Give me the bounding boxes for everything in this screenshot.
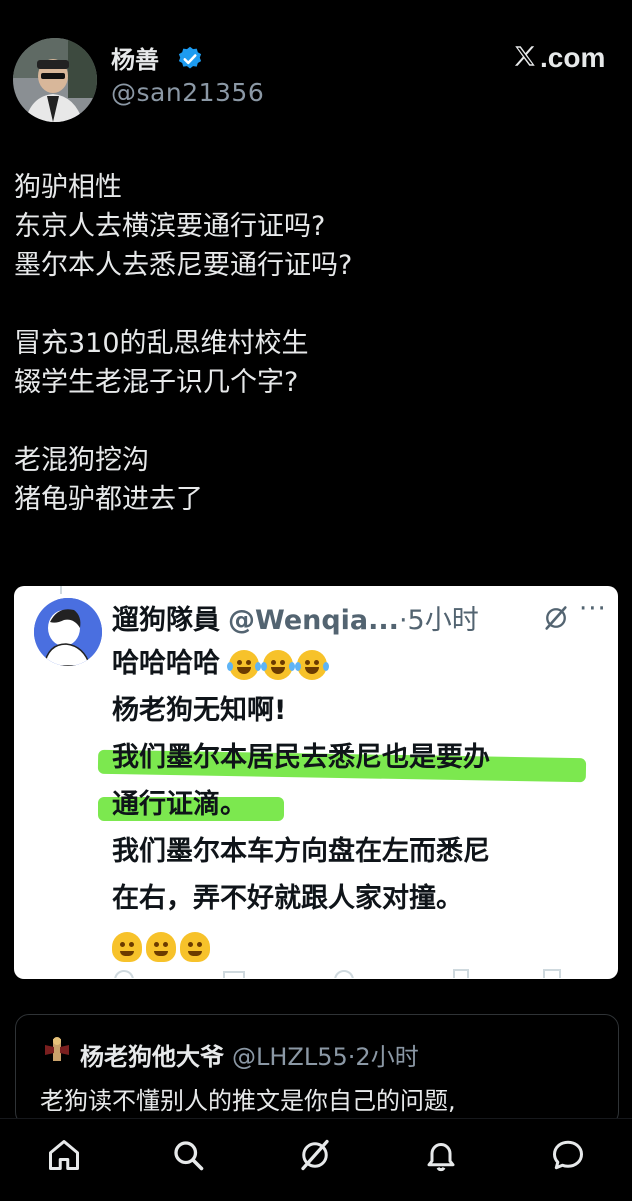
melting-face-emoji-icon (112, 931, 142, 962)
laughing-emoji-icon (295, 649, 330, 680)
tweet-line: 狗驴相性 (14, 172, 122, 203)
author-handle[interactable]: @san21356 (111, 78, 264, 107)
quoted-handle: @Wenqia... (228, 605, 399, 636)
tweet-line: 猪龟驴都进去了 (14, 484, 203, 515)
separator-dot: · (347, 1043, 356, 1071)
reply-text: 老狗读不懂别人的推文是你自己的问题, (40, 1087, 456, 1115)
quoted-line-highlighted: 通行证滴。 (112, 789, 247, 820)
tweet-line: 墨尔本人去悉尼要通行证吗? (14, 250, 353, 281)
reply-card[interactable]: 杨老狗他大爷 @LHZL55 · 2小时 老狗读不懂别人的推文是你自己的问题, (15, 1014, 619, 1126)
quoted-avatar (34, 598, 102, 666)
quoted-text: 哈哈哈哈 杨老狗无知啊! 我们墨尔本居民去悉尼也是要办 通行证滴。 我们墨尔本车… (97, 640, 612, 969)
quoted-line: 杨老狗无知啊! (112, 695, 287, 726)
laughing-emoji-icon (261, 649, 296, 680)
quoted-time: 5小时 (407, 605, 479, 636)
grok-icon[interactable] (297, 1137, 333, 1173)
tweet-line: 东京人去横滨要通行证吗? (14, 211, 326, 242)
reply-handle[interactable]: @LHZL55 (232, 1043, 348, 1071)
home-icon[interactable] (46, 1137, 82, 1173)
reply-avatar-icon (42, 1035, 72, 1069)
tweet-line: 冒充310的乱思维村校生 (14, 328, 309, 359)
quoted-line: 我们墨尔本车方向盘在左而悉尼 (112, 836, 490, 867)
quoted-line: 在右，弄不好就跟人家对撞。 (112, 883, 463, 914)
reply-name[interactable]: 杨老狗他大爷 (80, 1037, 224, 1072)
melting-face-emoji-icon (180, 931, 210, 962)
reply-header: 杨老狗他大爷 @LHZL55 · 2小时 (80, 1037, 419, 1072)
x-logo-icon (512, 43, 538, 73)
verified-badge-icon (176, 45, 204, 77)
quoted-name: 遛狗隊員 (112, 605, 220, 636)
laughing-emoji-icon (227, 649, 262, 680)
bottom-nav (0, 1118, 632, 1201)
more-icon: ··· (579, 594, 607, 624)
melting-face-emoji-icon (146, 931, 176, 962)
author-avatar[interactable] (13, 38, 97, 122)
author-name[interactable]: 杨善 (111, 40, 159, 75)
quoted-header: 遛狗隊員 @Wenqia... · 5小时 (112, 598, 479, 637)
quoted-line-highlighted: 我们墨尔本居民去悉尼也是要办 (112, 742, 490, 773)
brand-watermark: .com (512, 42, 605, 74)
separator-dot: · (398, 605, 408, 636)
reply-time: 2小时 (355, 1043, 419, 1071)
quoted-line: 哈哈哈哈 (112, 648, 220, 679)
messages-icon[interactable] (550, 1137, 586, 1173)
tweet-text: 狗驴相性 东京人去横滨要通行证吗? 墨尔本人去悉尼要通行证吗? 冒充310的乱思… (14, 168, 614, 519)
grok-icon (542, 604, 570, 636)
search-icon[interactable] (170, 1137, 206, 1173)
quoted-screenshot: 遛狗隊員 @Wenqia... · 5小时 ··· 哈哈哈哈 杨老狗无知啊! 我… (14, 586, 618, 979)
notifications-icon[interactable] (423, 1137, 459, 1173)
thread-line (60, 586, 62, 594)
tweet-line: 老混狗挖沟 (14, 445, 149, 476)
tweet-line: 辍学生老混子识几个字? (14, 367, 299, 398)
brand-text: .com (540, 42, 606, 73)
action-bar-ghost (114, 969, 561, 978)
